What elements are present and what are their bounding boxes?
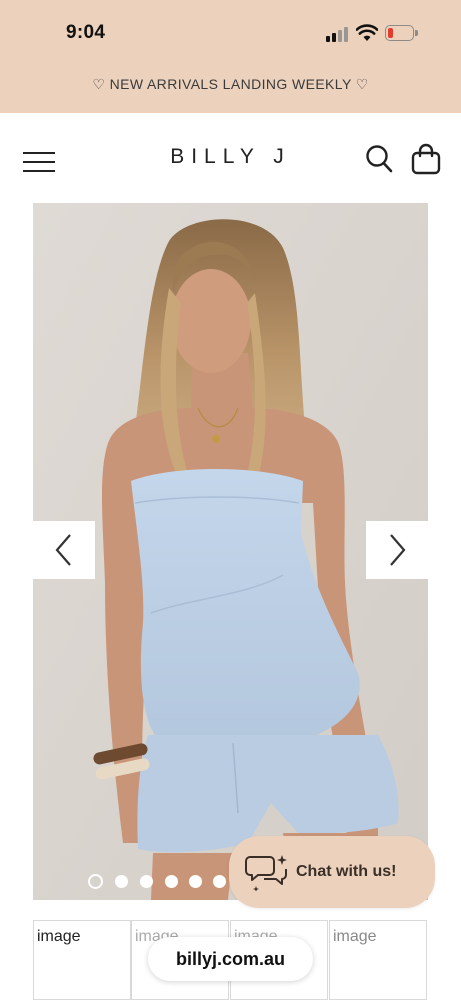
- chat-bubbles-sparkle-icon: [245, 855, 287, 891]
- previous-image-button[interactable]: [33, 521, 95, 579]
- thumbnail-label: image: [333, 928, 377, 945]
- chevron-left-icon: [55, 534, 71, 566]
- gallery-dot-2[interactable]: [115, 875, 128, 888]
- gallery-dot-6[interactable]: [213, 875, 226, 888]
- gallery-dot-3[interactable]: [140, 875, 153, 888]
- status-bar: 9:04: [0, 0, 461, 66]
- announcement-bar[interactable]: ♡ NEW ARRIVALS LANDING WEEKLY ♡: [0, 76, 461, 93]
- chevron-right-icon: [390, 534, 406, 566]
- search-icon[interactable]: [365, 144, 393, 174]
- cellular-signal-icon: [326, 26, 350, 42]
- thumbnail-4[interactable]: image: [329, 920, 427, 1000]
- gallery-dot-4[interactable]: [165, 875, 178, 888]
- gallery-dot-1[interactable]: [88, 874, 103, 889]
- chat-label: Chat with us!: [296, 863, 397, 880]
- site-header: BILLY J: [0, 113, 461, 203]
- url-text: billyj.com.au: [175, 949, 286, 969]
- next-image-button[interactable]: [366, 521, 428, 579]
- gallery-dot-5[interactable]: [189, 875, 202, 888]
- thumbnail-label: image: [37, 928, 81, 945]
- status-time: 9:04: [66, 22, 106, 43]
- thumbnail-1[interactable]: image: [33, 920, 131, 1000]
- browser-url-bar[interactable]: billyj.com.au: [148, 937, 313, 981]
- battery-icon: [385, 25, 418, 42]
- product-image-gallery[interactable]: [33, 203, 428, 900]
- wifi-icon: [356, 24, 378, 41]
- shopping-bag-icon[interactable]: [411, 143, 441, 175]
- chat-with-us-button[interactable]: Chat with us!: [229, 836, 435, 908]
